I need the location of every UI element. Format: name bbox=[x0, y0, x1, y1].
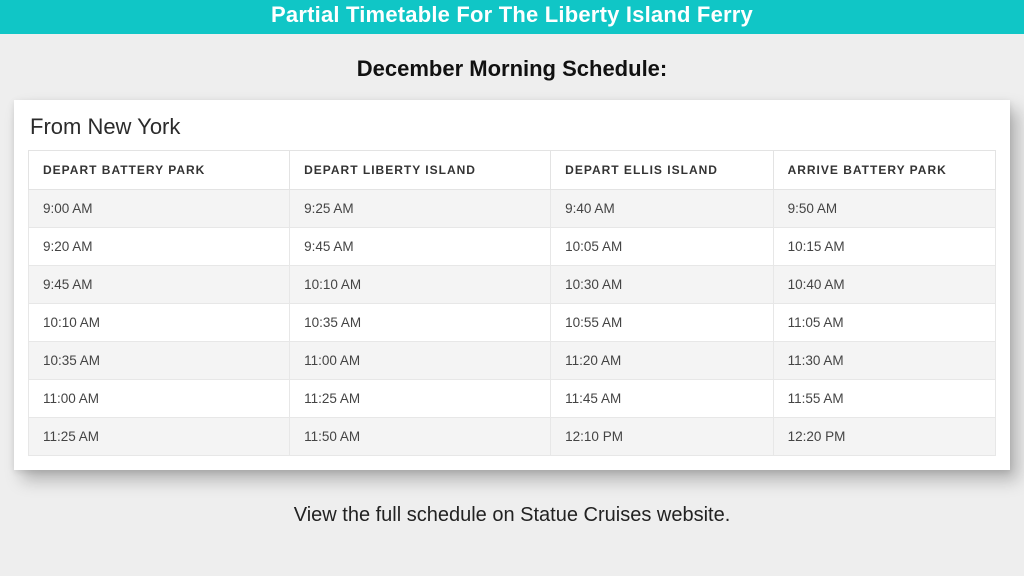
cell: 9:00 AM bbox=[29, 190, 290, 228]
banner-title: Partial Timetable For The Liberty Island… bbox=[271, 2, 753, 27]
cell: 10:35 AM bbox=[290, 304, 551, 342]
cell: 9:45 AM bbox=[29, 266, 290, 304]
footer-note: View the full schedule on Statue Cruises… bbox=[0, 504, 1024, 527]
cell: 11:20 AM bbox=[551, 342, 773, 380]
table-header-row: DEPART BATTERY PARK DEPART LIBERTY ISLAN… bbox=[29, 151, 996, 190]
col-header-depart-liberty: DEPART LIBERTY ISLAND bbox=[290, 151, 551, 190]
cell: 10:10 AM bbox=[29, 304, 290, 342]
cell: 11:25 AM bbox=[290, 380, 551, 418]
cell: 11:50 AM bbox=[290, 418, 551, 456]
cell: 12:20 PM bbox=[773, 418, 995, 456]
cell: 11:55 AM bbox=[773, 380, 995, 418]
table-row: 9:45 AM 10:10 AM 10:30 AM 10:40 AM bbox=[29, 266, 996, 304]
subtitle: December Morning Schedule: bbox=[0, 56, 1024, 82]
cell: 10:05 AM bbox=[551, 228, 773, 266]
cell: 10:40 AM bbox=[773, 266, 995, 304]
cell: 9:25 AM bbox=[290, 190, 551, 228]
cell: 11:25 AM bbox=[29, 418, 290, 456]
title-banner: Partial Timetable For The Liberty Island… bbox=[0, 0, 1024, 34]
card-title: From New York bbox=[30, 114, 996, 140]
cell: 12:10 PM bbox=[551, 418, 773, 456]
table-row: 10:35 AM 11:00 AM 11:20 AM 11:30 AM bbox=[29, 342, 996, 380]
cell: 11:00 AM bbox=[29, 380, 290, 418]
table-row: 11:00 AM 11:25 AM 11:45 AM 11:55 AM bbox=[29, 380, 996, 418]
table-row: 11:25 AM 11:50 AM 12:10 PM 12:20 PM bbox=[29, 418, 996, 456]
cell: 10:10 AM bbox=[290, 266, 551, 304]
col-header-depart-ellis: DEPART ELLIS ISLAND bbox=[551, 151, 773, 190]
cell: 11:00 AM bbox=[290, 342, 551, 380]
cell: 10:30 AM bbox=[551, 266, 773, 304]
cell: 9:45 AM bbox=[290, 228, 551, 266]
cell: 11:30 AM bbox=[773, 342, 995, 380]
col-header-depart-battery: DEPART BATTERY PARK bbox=[29, 151, 290, 190]
cell: 10:55 AM bbox=[551, 304, 773, 342]
cell: 11:05 AM bbox=[773, 304, 995, 342]
cell: 11:45 AM bbox=[551, 380, 773, 418]
table-row: 9:20 AM 9:45 AM 10:05 AM 10:15 AM bbox=[29, 228, 996, 266]
col-header-arrive-battery: ARRIVE BATTERY PARK bbox=[773, 151, 995, 190]
cell: 9:40 AM bbox=[551, 190, 773, 228]
cell: 10:35 AM bbox=[29, 342, 290, 380]
cell: 10:15 AM bbox=[773, 228, 995, 266]
schedule-table: DEPART BATTERY PARK DEPART LIBERTY ISLAN… bbox=[28, 150, 996, 456]
cell: 9:20 AM bbox=[29, 228, 290, 266]
table-row: 10:10 AM 10:35 AM 10:55 AM 11:05 AM bbox=[29, 304, 996, 342]
table-row: 9:00 AM 9:25 AM 9:40 AM 9:50 AM bbox=[29, 190, 996, 228]
schedule-card: From New York DEPART BATTERY PARK DEPART… bbox=[14, 100, 1010, 470]
cell: 9:50 AM bbox=[773, 190, 995, 228]
